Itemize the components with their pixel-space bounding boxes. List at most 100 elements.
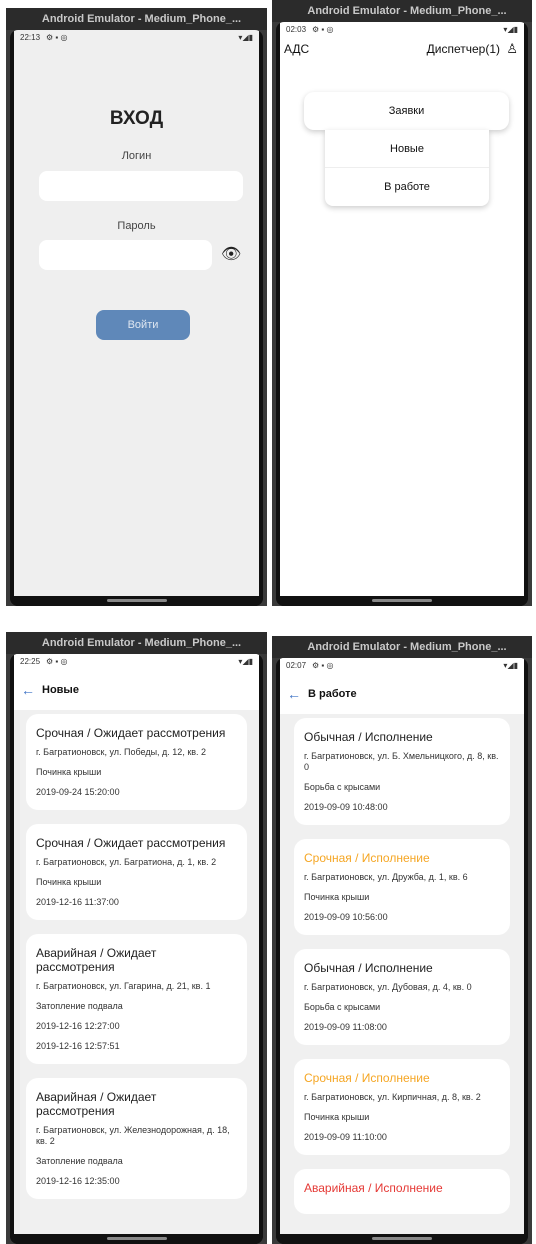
request-detail: 2019-09-09 10:56:00 — [304, 912, 388, 922]
app-header: АДС Диспетчер(1) ♙ — [280, 38, 524, 60]
request-card[interactable]: Аварийная / Ожидает рассмотрения г. Багра… — [26, 934, 247, 1064]
list-header: ← Новые — [14, 670, 259, 710]
password-field[interactable] — [39, 240, 212, 270]
emulator-title: Android Emulator - Medium_Phone_... — [272, 0, 532, 22]
signal-battery-icon: ▾◢▮ — [238, 33, 253, 42]
gesture-bar — [276, 1234, 528, 1244]
request-card[interactable]: Аварийная / Исполнение — [294, 1169, 510, 1214]
emulator-window-dispatcher: Android Emulator - Medium_Phone_... 02:0… — [272, 0, 532, 606]
request-detail: 2019-09-09 11:08:00 — [304, 1022, 387, 1032]
request-title: Аварийная / Исполнение — [304, 1181, 443, 1195]
list-title: В работе — [308, 688, 357, 700]
status-time: 22:13 — [20, 33, 41, 42]
status-icons-left: ⚙ ▪ ◎ — [46, 33, 68, 42]
request-detail: Починка крыши — [36, 767, 102, 777]
request-detail: г. Багратионовск, ул. Гагарина, д. 21, к… — [36, 981, 211, 991]
status-time: 02:03 — [286, 25, 307, 34]
request-card[interactable]: Срочная / Ожидает рассмотрения г. Баграти… — [26, 714, 247, 810]
menu-requests[interactable]: Заявки — [304, 92, 509, 130]
request-detail: Починка крыши — [304, 892, 370, 902]
status-bar: 02:07 ⚙ ▪ ◎ ▾◢▮ — [280, 658, 524, 674]
back-arrow-icon[interactable]: ← — [280, 686, 308, 702]
request-detail: 2019-12-16 12:27:00 — [36, 1021, 120, 1031]
request-detail: г. Багратионовск, ул. Железнодорожная, д… — [36, 1125, 230, 1146]
request-card[interactable]: Срочная / Исполнение г. Багратионовск, ул… — [294, 1059, 510, 1155]
status-bar: 02:03 ⚙ ▪ ◎ ▾◢▮ — [280, 22, 524, 38]
emulator-window-login: Android Emulator - Medium_Phone_... 22:1… — [6, 8, 267, 606]
request-list: Обычная / Исполнение г. Багратионовск, ул… — [280, 718, 524, 1234]
emulator-title: Android Emulator - Medium_Phone_... — [272, 636, 532, 658]
emulator-window-new: Android Emulator - Medium_Phone_... 22:2… — [6, 632, 267, 1244]
signal-battery-icon: ▾◢▮ — [238, 657, 253, 666]
login-field[interactable] — [39, 171, 243, 201]
new-list-screen: 22:25 ⚙ ▪ ◎ ▾◢▮ ← Новые Срочная / Ожидае… — [14, 654, 259, 1234]
phone-frame: 22:13 ⚙ ▪ ◎ ▾◢▮ ВХОД Логин Пароль 👁 Войт… — [10, 30, 263, 606]
request-card[interactable]: Обычная / Исполнение г. Багратионовск, ул… — [294, 949, 510, 1045]
request-card[interactable]: Обычная / Исполнение г. Багратионовск, ул… — [294, 718, 510, 825]
request-title: Обычная / Исполнение — [304, 961, 433, 975]
request-detail: Борьба с крысами — [304, 782, 381, 792]
emulator-title: Android Emulator - Medium_Phone_... — [6, 632, 267, 654]
gesture-bar — [276, 596, 528, 606]
status-icons-left: ⚙ ▪ ◎ — [312, 661, 334, 670]
request-detail: 2019-12-16 11:37:00 — [36, 897, 119, 907]
submenu-item-new[interactable]: Новые — [325, 130, 489, 168]
gesture-bar — [10, 1234, 263, 1244]
dispatcher-screen: 02:03 ⚙ ▪ ◎ ▾◢▮ АДС Диспетчер(1) ♙ Заявк… — [280, 22, 524, 596]
list-header: ← В работе — [280, 674, 524, 714]
request-detail: Затопление подвала — [36, 1001, 123, 1011]
user-label[interactable]: Диспетчер(1) — [427, 42, 500, 56]
request-card[interactable]: Срочная / Ожидает рассмотрения г. Баграти… — [26, 824, 247, 920]
request-detail: 2019-12-16 12:35:00 — [36, 1176, 120, 1186]
login-button[interactable]: Войти — [96, 310, 190, 340]
eye-icon[interactable]: 👁 — [221, 244, 241, 264]
request-title: Срочная / Ожидает рассмотрения — [36, 726, 226, 740]
signal-battery-icon: ▾◢▮ — [503, 25, 518, 34]
back-arrow-icon[interactable]: ← — [14, 682, 42, 698]
user-icon[interactable]: ♙ — [506, 41, 518, 57]
in-progress-list-screen: 02:07 ⚙ ▪ ◎ ▾◢▮ ← В работе Обычная / Исп… — [280, 658, 524, 1234]
submenu: Новые В работе — [325, 130, 489, 206]
request-detail: 2019-09-09 11:10:00 — [304, 1132, 387, 1142]
login-screen: 22:13 ⚙ ▪ ◎ ▾◢▮ ВХОД Логин Пароль 👁 Войт… — [14, 30, 259, 596]
request-detail: г. Багратионовск, ул. Дружба, д. 1, кв. … — [304, 872, 468, 882]
status-time: 02:07 — [286, 661, 307, 670]
password-label: Пароль — [117, 220, 156, 232]
request-title: Аварийная / Ожидает рассмотрения — [36, 946, 157, 974]
request-title: Срочная / Ожидает рассмотрения — [36, 836, 226, 850]
request-detail: Починка крыши — [304, 1112, 370, 1122]
request-title: Обычная / Исполнение — [304, 730, 433, 744]
request-card[interactable]: Аварийная / Ожидает рассмотрения г. Багра… — [26, 1078, 247, 1199]
request-title: Аварийная / Ожидает рассмотрения — [36, 1090, 157, 1118]
login-label: Логин — [121, 150, 152, 162]
phone-frame: 02:07 ⚙ ▪ ◎ ▾◢▮ ← В работе Обычная / Исп… — [276, 658, 528, 1244]
emulator-window-in-progress: Android Emulator - Medium_Phone_... 02:0… — [272, 636, 532, 1244]
request-list: Срочная / Ожидает рассмотрения г. Баграти… — [14, 714, 259, 1234]
app-title: АДС — [284, 42, 310, 56]
list-title: Новые — [42, 684, 79, 696]
gesture-bar — [10, 596, 263, 606]
request-detail: 2019-09-09 10:48:00 — [304, 802, 388, 812]
status-bar: 22:25 ⚙ ▪ ◎ ▾◢▮ — [14, 654, 259, 670]
request-detail: г. Багратионовск, ул. Дубовая, д. 4, кв.… — [304, 982, 472, 992]
status-time: 22:25 — [20, 657, 41, 666]
request-detail: Затопление подвала — [36, 1156, 123, 1166]
request-detail: г. Багратионовск, ул. Багратиона, д. 1, … — [36, 857, 217, 867]
request-card[interactable]: Срочная / Исполнение г. Багратионовск, ул… — [294, 839, 510, 935]
submenu-item-in-progress[interactable]: В работе — [325, 168, 489, 206]
phone-frame: 02:03 ⚙ ▪ ◎ ▾◢▮ АДС Диспетчер(1) ♙ Заявк… — [276, 22, 528, 606]
emulator-title: Android Emulator - Medium_Phone_... — [6, 8, 267, 30]
request-title: Срочная / Исполнение — [304, 851, 430, 865]
status-icons-left: ⚙ ▪ ◎ — [312, 25, 334, 34]
request-detail: 2019-09-24 15:20:00 — [36, 787, 120, 797]
phone-frame: 22:25 ⚙ ▪ ◎ ▾◢▮ ← Новые Срочная / Ожидае… — [10, 654, 263, 1244]
request-detail: 2019-12-16 12:57:51 — [36, 1041, 120, 1051]
signal-battery-icon: ▾◢▮ — [503, 661, 518, 670]
request-detail: Борьба с крысами — [304, 1002, 381, 1012]
login-title: ВХОД — [109, 108, 164, 129]
request-detail: г. Багратионовск, ул. Б. Хмельницкого, д… — [304, 751, 499, 772]
request-detail: г. Багратионовск, ул. Победы, д. 12, кв.… — [36, 747, 207, 757]
request-detail: г. Багратионовск, ул. Кирпичная, д. 8, к… — [304, 1092, 481, 1102]
status-icons-left: ⚙ ▪ ◎ — [46, 657, 68, 666]
status-bar: 22:13 ⚙ ▪ ◎ ▾◢▮ — [14, 30, 259, 46]
